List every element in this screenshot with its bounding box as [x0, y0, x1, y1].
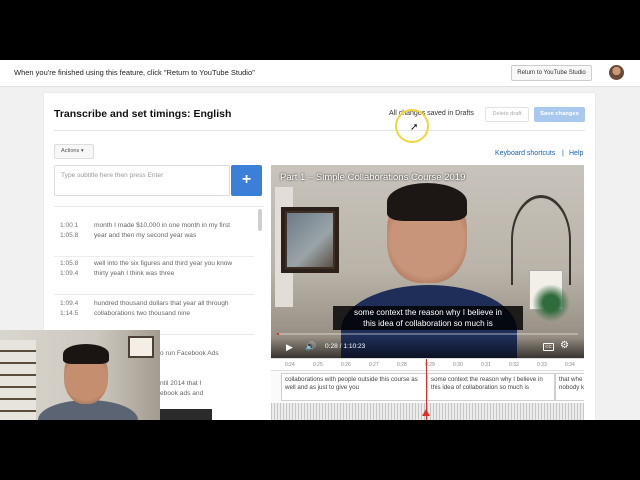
webcam-overlay: [0, 330, 160, 420]
video-progress-bar[interactable]: [277, 333, 578, 335]
page-title: Transcribe and set timings: English: [54, 108, 232, 120]
mouse-pointer-icon: ➚: [410, 122, 419, 133]
screen: When you're finished using this feature,…: [0, 60, 640, 420]
avatar[interactable]: [609, 65, 624, 80]
cue-end[interactable]: 1:05.8: [60, 231, 78, 241]
cue-text-fragment: ntil 2014 that I: [160, 380, 202, 387]
video-frame-plant: [531, 285, 571, 321]
top-bar: When you're finished using this feature,…: [0, 60, 640, 87]
webcam-bookshelf: [0, 340, 36, 420]
timeline-tick: 0:34: [565, 362, 575, 368]
timeline-tick: 0:31: [481, 362, 491, 368]
delete-draft-button[interactable]: Delete draft: [485, 107, 529, 122]
timeline[interactable]: 0:24 0:25 0:26 0:27 0:28 0:29 0:30 0:31 …: [271, 358, 584, 420]
timeline-tick: 0:27: [369, 362, 379, 368]
cue-text-fragment: ebook ads and: [160, 390, 204, 397]
cue-list-scrollbar[interactable]: [258, 209, 262, 231]
timeline-tick: 0:24: [285, 362, 295, 368]
timeline-tick: 0:33: [537, 362, 547, 368]
cue-start[interactable]: 1:05.8: [60, 259, 78, 269]
save-changes-button[interactable]: Save changes: [534, 107, 585, 122]
playhead-handle-icon[interactable]: [422, 409, 430, 416]
captions-icon[interactable]: CC: [543, 343, 554, 351]
timeline-tick: 0:30: [453, 362, 463, 368]
timeline-ruler: 0:24 0:25 0:26 0:27 0:28 0:29 0:30 0:31 …: [271, 359, 584, 371]
presenter-hair: [387, 183, 467, 221]
volume-icon[interactable]: 🔊: [305, 341, 316, 352]
video-caption: some context the reason why I believe in…: [333, 306, 523, 330]
add-subtitle-button[interactable]: +: [231, 165, 262, 196]
cue-text[interactable]: well into the six figures and third year…: [94, 259, 234, 279]
instruction-message: When you're finished using this feature,…: [14, 68, 255, 77]
timeline-tick: 0:32: [509, 362, 519, 368]
cue-item[interactable]: 1:05.8 1:09.4 well into the six figures …: [54, 251, 254, 295]
video-player[interactable]: Part 1 – Simple Collaborations Course 20…: [271, 165, 584, 358]
timeline-tick: 0:28: [397, 362, 407, 368]
caption-line-1: some context the reason why I believe in: [354, 308, 502, 317]
video-controls: ▶ 🔊 0:28 / 1:10:23 CC ⚙: [271, 337, 584, 358]
cue-times: 1:09.4 1:14.5: [60, 299, 78, 319]
webcam-presenter-hair: [63, 344, 109, 364]
subtitle-input[interactable]: Type subtitle here then press Enter: [54, 165, 230, 196]
caption-line-2: this idea of collaboration so much is: [363, 319, 493, 328]
cue-start[interactable]: 1:09.4: [60, 299, 78, 309]
video-time: 0:28 / 1:10:23: [325, 343, 366, 350]
timeline-tick: 0:26: [341, 362, 351, 368]
video-title[interactable]: Part 1 – Simple Collaborations Course 20…: [280, 172, 465, 183]
cue-text[interactable]: month I made $10,000 in one month in my …: [94, 221, 234, 241]
cue-text[interactable]: hundred thousand dollars that year all t…: [94, 299, 234, 319]
keyboard-shortcuts-link[interactable]: Keyboard shortcuts: [495, 150, 555, 157]
actions-dropdown[interactable]: Actions ▾: [54, 144, 94, 159]
cue-start[interactable]: 1:00.1: [60, 221, 78, 231]
cue-end[interactable]: 1:14.5: [60, 309, 78, 319]
webcam-picture-frame: [128, 336, 154, 358]
cue-item[interactable]: 1:09.4 1:14.5 hundred thousand dollars t…: [54, 291, 254, 335]
cue-times: 1:05.8 1:09.4: [60, 259, 78, 279]
tooltip-chip: [160, 409, 212, 420]
play-icon[interactable]: ▶: [286, 342, 293, 353]
cue-times: 1:00.1 1:05.8: [60, 221, 78, 241]
timeline-segment[interactable]: that whe nobody k: [555, 373, 584, 401]
video-progress-fill: [277, 333, 280, 335]
divider: [54, 130, 585, 131]
cue-text-fragment: o run Facebook Ads: [160, 350, 219, 357]
gear-icon[interactable]: ⚙: [560, 340, 569, 351]
help-link[interactable]: Help: [569, 150, 583, 157]
timeline-segment[interactable]: some context the reason why I believe in…: [427, 373, 555, 401]
return-to-studio-button[interactable]: Return to YouTube Studio: [511, 65, 592, 81]
timeline-tick: 0:25: [313, 362, 323, 368]
video-frame-painting-canvas: [287, 213, 333, 267]
link-separator: |: [562, 150, 564, 157]
cue-end[interactable]: 1:09.4: [60, 269, 78, 279]
timeline-segment[interactable]: collaborations with people outside this …: [281, 373, 427, 401]
